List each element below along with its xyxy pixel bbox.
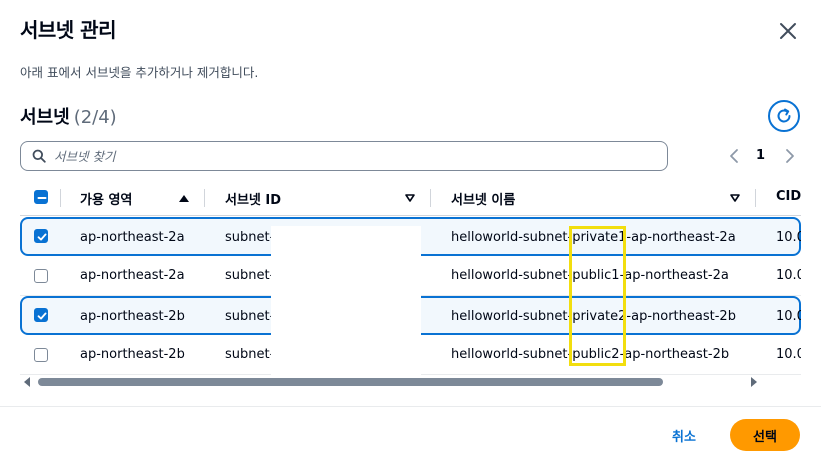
search-input[interactable]	[54, 148, 634, 164]
cell-subnet-id: subnet-	[225, 309, 275, 324]
column-header-subnet-name[interactable]: 서브넷 이름	[451, 189, 515, 208]
section-title: 서브넷	[20, 107, 70, 128]
column-separator[interactable]	[430, 189, 431, 207]
column-header-cidr[interactable]: CIDR	[776, 189, 801, 204]
footer-divider	[0, 406, 821, 407]
column-separator[interactable]	[204, 189, 205, 207]
row-checkbox[interactable]	[34, 269, 48, 283]
cell-cidr: 10.0	[776, 230, 801, 245]
column-header-az[interactable]: 가용 영역	[80, 189, 132, 208]
cell-cidr: 10.0	[776, 268, 801, 283]
column-header-subnet-id[interactable]: 서브넷 ID	[225, 189, 281, 208]
close-button[interactable]	[776, 19, 800, 43]
row-checkbox[interactable]	[34, 229, 48, 243]
cell-az: ap-northeast-2a	[80, 268, 185, 283]
search-box[interactable]	[20, 141, 668, 171]
scroll-right-arrow-icon[interactable]	[751, 377, 757, 387]
page-number[interactable]: 1	[756, 148, 765, 163]
select-all-checkbox[interactable]	[34, 190, 48, 204]
scrollbar-thumb[interactable]	[38, 378, 663, 386]
cancel-button[interactable]: 취소	[666, 424, 702, 447]
close-icon[interactable]	[776, 19, 800, 43]
check-icon	[37, 312, 47, 320]
select-button[interactable]: 선택	[730, 419, 800, 451]
section-header: 서브넷 (2/4)	[20, 103, 117, 129]
caret-down-icon[interactable]	[729, 193, 741, 203]
cell-subnet-id: subnet-	[225, 230, 275, 245]
cell-subnet-id: subnet-	[225, 347, 275, 362]
redaction-mask	[271, 226, 421, 375]
highlight-annotation	[569, 226, 626, 366]
chevron-right-icon	[786, 149, 794, 163]
cell-subnet-id: subnet-	[225, 268, 275, 283]
cell-cidr: 10.0	[776, 309, 801, 324]
cell-cidr: 10.0	[776, 347, 801, 362]
caret-down-icon[interactable]	[404, 193, 416, 203]
search-icon	[32, 149, 46, 163]
next-page-button[interactable]	[782, 146, 798, 166]
selection-count: (2/4)	[73, 107, 117, 128]
row-checkbox[interactable]	[34, 348, 48, 362]
table-header: 가용 영역 서브넷 ID 서브넷 이름 CIDR	[20, 180, 801, 216]
column-separator[interactable]	[755, 189, 756, 207]
horizontal-scrollbar[interactable]	[24, 376, 757, 388]
modal-title: 서브넷 관리	[20, 18, 116, 42]
column-separator	[60, 189, 61, 207]
cell-az: ap-northeast-2b	[80, 347, 185, 362]
refresh-icon	[777, 108, 791, 123]
refresh-button[interactable]	[768, 100, 800, 132]
modal-description: 아래 표에서 서브넷을 추가하거나 제거합니다.	[20, 65, 259, 80]
scroll-left-arrow-icon[interactable]	[24, 377, 30, 387]
check-icon	[37, 233, 47, 241]
cell-az: ap-northeast-2a	[80, 230, 185, 245]
caret-up-filled-icon[interactable]	[178, 193, 190, 203]
cell-az: ap-northeast-2b	[80, 309, 185, 324]
subnet-table: 가용 영역 서브넷 ID 서브넷 이름 CIDR ap-northeast-2a…	[20, 180, 801, 375]
indeterminate-icon	[37, 197, 47, 199]
row-checkbox[interactable]	[34, 308, 48, 322]
chevron-left-icon	[730, 149, 738, 163]
previous-page-button[interactable]	[726, 146, 742, 166]
